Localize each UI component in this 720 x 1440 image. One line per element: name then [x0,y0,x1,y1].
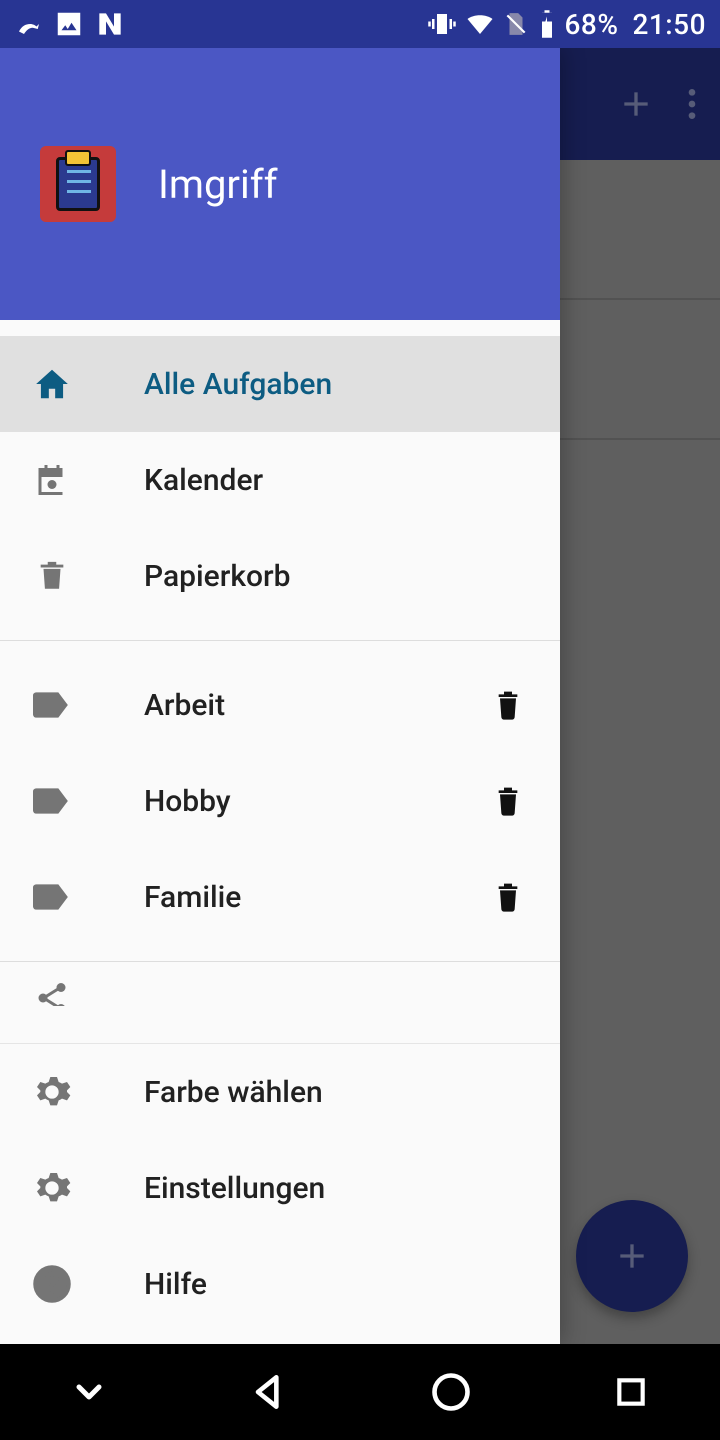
nav-label: Papierkorb [144,559,528,594]
nav-label: Farbe wählen [144,1075,528,1110]
divider [0,961,560,962]
trash-icon [32,556,72,596]
photos-icon [54,9,84,39]
nav-help[interactable]: Hilfe [0,1236,560,1332]
clock: 21:50 [632,8,706,41]
nav-tag-hobby[interactable]: Hobby [0,753,560,849]
delete-tag-button[interactable] [488,685,528,725]
app-logo [40,146,116,222]
nav-label: Alle Aufgaben [144,367,528,402]
battery-percent: 68% [565,8,619,41]
nav-tag-familie[interactable]: Familie [0,849,560,945]
status-left [14,8,126,40]
home-nav-icon[interactable] [429,1370,473,1414]
nav-label: Hilfe [144,1267,528,1302]
drawer-header: Imgriff [0,48,560,320]
home-icon [32,364,72,404]
nav-label: Arbeit [144,688,416,723]
nav-color[interactable]: Farbe wählen [0,1044,560,1140]
chevron-down-icon[interactable] [69,1372,109,1412]
n-icon [94,8,126,40]
calendar-icon [32,460,72,500]
divider [0,640,560,641]
gear-icon [32,1168,72,1208]
clipboard-icon [56,157,100,211]
tag-icon [32,781,72,821]
status-right: 68% 21:50 [427,8,707,41]
recents-icon[interactable] [611,1372,651,1412]
navigation-drawer: Imgriff Alle Aufgaben Kalender [0,48,560,1344]
gear-icon [32,1072,72,1112]
nav-label: Familie [144,880,416,915]
android-navbar [0,1344,720,1440]
delete-tag-button[interactable] [488,781,528,821]
wifi-icon [465,9,495,39]
battery-charging-icon [537,9,557,39]
nav-label: Kalender [144,463,528,498]
share-icon [32,978,72,1006]
nav-tag-arbeit[interactable]: Arbeit [0,657,560,753]
back-icon[interactable] [247,1370,291,1414]
tag-icon [32,685,72,725]
delete-tag-button[interactable] [488,877,528,917]
lizard-icon [14,9,44,39]
vibrate-icon [427,9,457,39]
nav-calendar[interactable]: Kalender [0,432,560,528]
help-icon [32,1264,72,1304]
nav-label: Hobby [144,784,416,819]
nav-item-partial[interactable] [0,978,560,1006]
nav-label: Einstellungen [144,1171,528,1206]
nav-trash[interactable]: Papierkorb [0,528,560,624]
drawer-bottom: Farbe wählen Einstellungen Hilfe [0,1043,560,1344]
app-title: Imgriff [158,161,278,208]
nav-all-tasks[interactable]: Alle Aufgaben [0,336,560,432]
sim-off-icon [503,9,529,39]
tag-icon [32,877,72,917]
status-bar: 68% 21:50 [0,0,720,48]
nav-settings[interactable]: Einstellungen [0,1140,560,1236]
